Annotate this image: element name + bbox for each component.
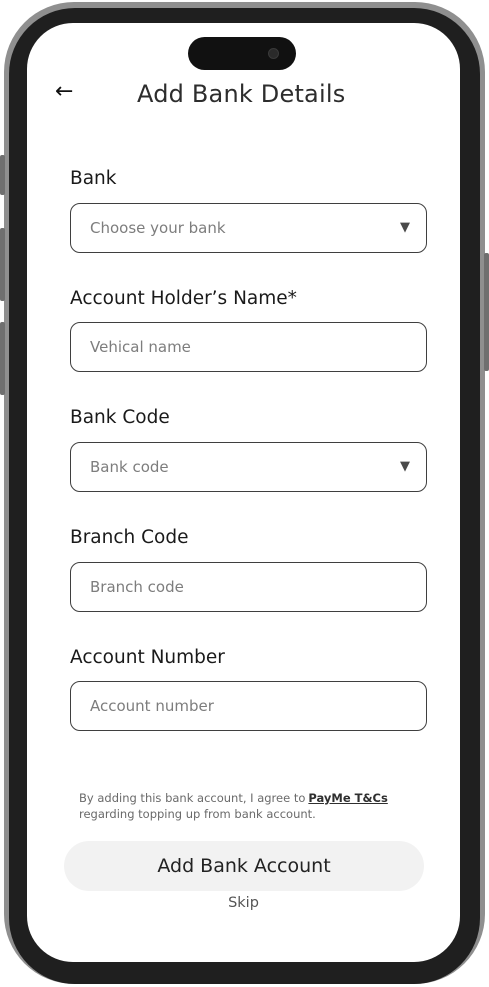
account-holder-input[interactable]: Vehical name	[70, 322, 427, 372]
back-arrow-icon[interactable]: ←	[55, 81, 73, 103]
branch-code-label: Branch Code	[70, 527, 189, 548]
branch-code-input[interactable]: Branch code	[70, 562, 427, 612]
account-number-placeholder: Account number	[90, 697, 214, 715]
phone-power-button	[484, 253, 489, 371]
dynamic-island	[188, 37, 296, 70]
phone-volume-up-button	[0, 228, 5, 301]
chevron-down-icon: ▼	[400, 220, 410, 235]
account-holder-placeholder: Vehical name	[90, 338, 191, 356]
account-holder-label: Account Holder’s Name*	[70, 288, 297, 309]
bank-code-placeholder: Bank code	[90, 458, 169, 476]
add-bank-account-button[interactable]: Add Bank Account	[64, 841, 424, 891]
account-number-input[interactable]: Account number	[70, 681, 427, 731]
skip-link[interactable]: Skip	[27, 895, 460, 911]
account-number-label: Account Number	[70, 647, 225, 668]
bank-label: Bank	[70, 168, 117, 189]
bank-select-placeholder: Choose your bank	[90, 219, 226, 237]
camera-icon	[268, 48, 279, 59]
add-bank-account-label: Add Bank Account	[157, 855, 331, 877]
phone-action-button	[0, 155, 5, 195]
terms-link[interactable]: PayMe T&Cs	[308, 791, 387, 805]
terms-line-1: By adding this bank account, I agree to	[79, 791, 306, 805]
chevron-down-icon: ▼	[400, 459, 410, 474]
terms-text: By adding this bank account, I agree to P…	[79, 790, 419, 822]
branch-code-placeholder: Branch code	[90, 578, 184, 596]
bank-code-label: Bank Code	[70, 407, 170, 428]
terms-line-2: regarding topping up from bank account.	[79, 807, 316, 821]
bank-code-select[interactable]: Bank code ▼	[70, 442, 427, 492]
phone-volume-down-button	[0, 322, 5, 395]
app-screen: ← Add Bank Details Bank Choose your bank…	[27, 23, 460, 962]
bank-select[interactable]: Choose your bank ▼	[70, 203, 427, 253]
page-title: Add Bank Details	[137, 80, 346, 108]
